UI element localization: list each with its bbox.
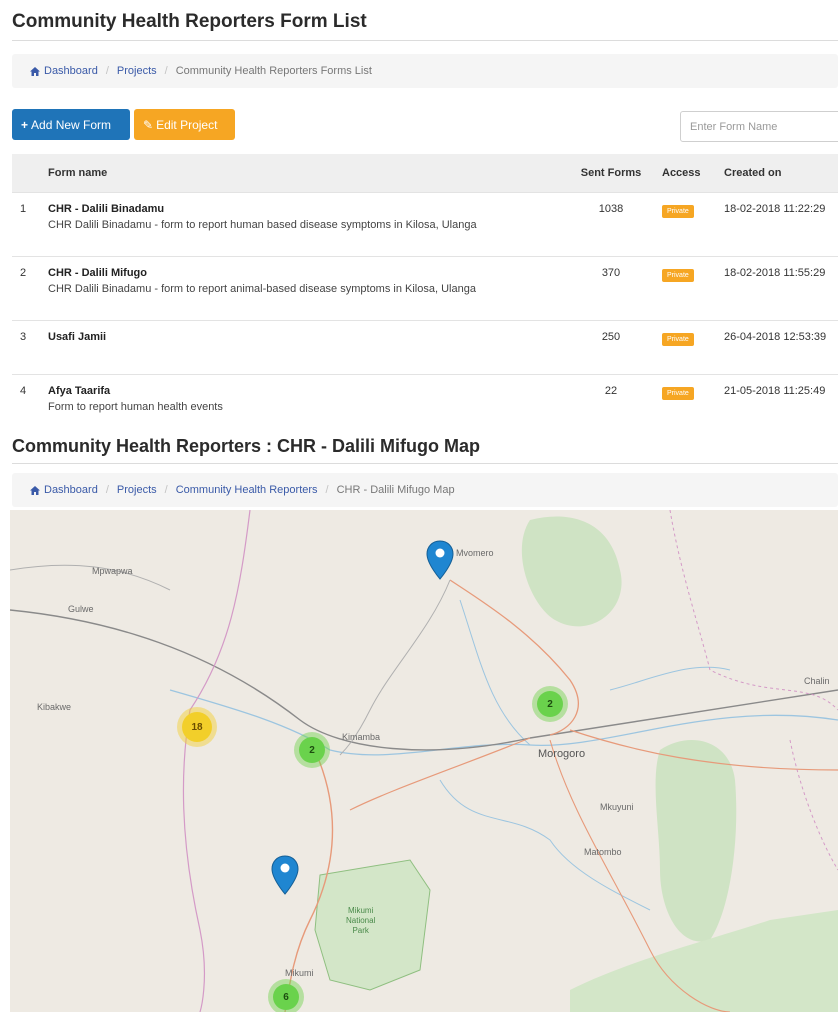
breadcrumb-separator: /: [325, 484, 329, 496]
access-badge: Private: [662, 268, 694, 282]
access-badge: Private: [662, 386, 694, 400]
table-row[interactable]: 1 CHR - Dalili Binadamu CHR Dalili Binad…: [12, 191, 838, 256]
home-icon: [30, 485, 40, 495]
breadcrumb-separator: /: [164, 484, 168, 496]
sent-forms-count: 250: [568, 319, 654, 374]
table-row[interactable]: 4 Afya Taarifa Form to report human heal…: [12, 373, 838, 426]
row-number: 2: [12, 255, 40, 320]
sent-forms-count: 22: [568, 373, 654, 426]
breadcrumb: Dashboard / Projects / Community Health …: [12, 54, 838, 88]
table-header-row: Form name Sent Forms Access Created on: [12, 154, 838, 192]
marker-cluster[interactable]: 18: [182, 712, 212, 742]
form-name-cell: CHR - Dalili Binadamu CHR Dalili Binadam…: [40, 191, 568, 256]
table-row[interactable]: 2 CHR - Dalili Mifugo CHR Dalili Binadam…: [12, 255, 838, 320]
breadcrumb-dashboard[interactable]: Dashboard: [44, 484, 98, 496]
breadcrumb-projects[interactable]: Projects: [117, 65, 157, 77]
access-badge: Private: [662, 332, 694, 346]
form-title-link[interactable]: Afya Taarifa: [48, 385, 560, 397]
map-marker-icon[interactable]: [426, 540, 454, 580]
place-label: Kimamba: [342, 732, 381, 742]
breadcrumb-separator: /: [105, 65, 109, 77]
map-marker-icon[interactable]: [271, 855, 299, 895]
map-view[interactable]: Mpwapwa Gulwe Kibakwe Kimamba Mvomero Mo…: [10, 510, 838, 1012]
table-row[interactable]: 3 Usafi Jamii 250 Private 26-04-2018 12:…: [12, 319, 838, 374]
form-description: CHR Dalili Binadamu - form to report hum…: [48, 218, 477, 231]
park-label-line: Park: [352, 926, 369, 935]
access-cell: Private: [654, 373, 716, 426]
park-label: Mikumi National Park: [346, 906, 375, 936]
sent-forms-column-header[interactable]: Sent Forms: [568, 154, 654, 192]
place-label: Gulwe: [68, 604, 94, 614]
place-label: Mkuyuni: [600, 802, 634, 812]
park-label-line: National: [346, 916, 376, 925]
title-divider: [12, 463, 838, 464]
map-page-title: Community Health Reporters : CHR - Dalil…: [12, 436, 481, 456]
form-title-link[interactable]: CHR - Dalili Mifugo: [48, 267, 560, 279]
forms-table: Form name Sent Forms Access Created on 1…: [12, 154, 838, 426]
edit-project-button[interactable]: ✎ Edit Project: [134, 109, 235, 140]
row-number: 1: [12, 191, 40, 256]
pencil-icon: ✎: [143, 117, 154, 132]
breadcrumb-current: Community Health Reporters Forms List: [175, 65, 372, 77]
form-description: CHR Dalili Binadamu - form to report ani…: [48, 282, 476, 295]
form-name-column-header[interactable]: Form name: [40, 154, 568, 192]
form-title-link[interactable]: Usafi Jamii: [48, 331, 560, 343]
created-on-cell: 18-02-2018 11:55:29: [716, 255, 838, 320]
map-breadcrumb: Dashboard / Projects / Community Health …: [12, 473, 838, 507]
place-label: Chalin: [804, 676, 830, 686]
breadcrumb-project[interactable]: Community Health Reporters: [176, 484, 318, 496]
access-cell: Private: [654, 255, 716, 320]
sent-forms-count: 1038: [568, 191, 654, 256]
edit-project-label: Edit Project: [156, 117, 218, 132]
form-title-link[interactable]: CHR - Dalili Binadamu: [48, 203, 560, 215]
breadcrumb-current: CHR - Dalili Mifugo Map: [336, 484, 455, 496]
add-new-form-button[interactable]: + Add New Form: [12, 109, 130, 140]
created-on-column-header[interactable]: Created on: [716, 154, 838, 192]
access-column-header[interactable]: Access: [654, 154, 716, 192]
place-label: Mvomero: [456, 548, 494, 558]
access-badge: Private: [662, 204, 694, 218]
place-label: Mpwapwa: [92, 566, 133, 576]
index-column-header: [12, 154, 40, 192]
place-label: Morogoro: [538, 748, 586, 760]
sent-forms-count: 370: [568, 255, 654, 320]
form-name-cell: CHR - Dalili Mifugo CHR Dalili Binadamu …: [40, 255, 568, 320]
plus-icon: +: [21, 117, 29, 132]
marker-cluster[interactable]: 2: [299, 737, 325, 763]
map-base-layer: [10, 510, 838, 1012]
access-cell: Private: [654, 319, 716, 374]
created-on-cell: 26-04-2018 12:53:39: [716, 319, 838, 374]
created-on-cell: 21-05-2018 11:25:49: [716, 373, 838, 426]
form-name-search-input[interactable]: [680, 111, 838, 142]
form-name-cell: Usafi Jamii: [40, 319, 568, 374]
page-title: Community Health Reporters Form List: [12, 11, 367, 32]
breadcrumb-separator: /: [105, 484, 109, 496]
created-on-cell: 18-02-2018 11:22:29: [716, 191, 838, 256]
row-number: 4: [12, 373, 40, 426]
place-label: Mikumi: [285, 968, 314, 978]
form-description: Form to report human health events: [48, 400, 223, 413]
breadcrumb-dashboard[interactable]: Dashboard: [44, 65, 98, 77]
park-label-line: Mikumi: [348, 906, 374, 915]
row-number: 3: [12, 319, 40, 374]
breadcrumb-separator: /: [164, 65, 168, 77]
place-label: Kibakwe: [37, 702, 72, 712]
marker-cluster[interactable]: 6: [273, 984, 299, 1010]
access-cell: Private: [654, 191, 716, 256]
breadcrumb-projects[interactable]: Projects: [117, 484, 157, 496]
title-divider: [12, 40, 838, 41]
place-label: Matombo: [584, 847, 622, 857]
marker-cluster[interactable]: 2: [537, 691, 563, 717]
form-name-cell: Afya Taarifa Form to report human health…: [40, 373, 568, 426]
home-icon: [30, 66, 40, 76]
add-new-form-label: Add New Form: [31, 117, 112, 132]
